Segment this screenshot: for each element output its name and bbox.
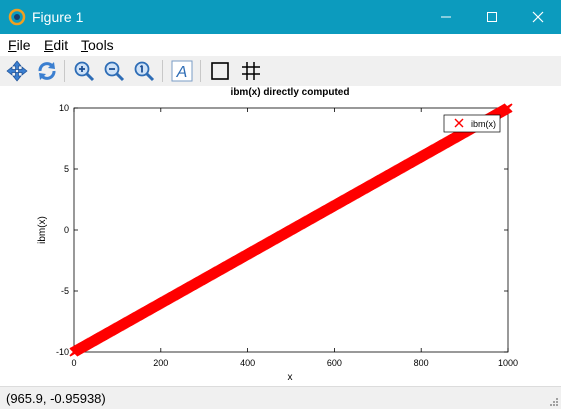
axes-box-toggle-button[interactable] bbox=[207, 58, 233, 84]
x-tick-label: 800 bbox=[414, 358, 429, 368]
menu-edit-mnemonic: E bbox=[44, 37, 54, 53]
x-axis-label: x bbox=[288, 372, 293, 383]
menu-tools[interactable]: Tools bbox=[81, 37, 114, 53]
x-tick-label: 1000 bbox=[498, 358, 518, 368]
y-tick-label: -10 bbox=[56, 347, 69, 357]
zoom-in-button[interactable] bbox=[71, 58, 97, 84]
plot-svg[interactable]: ibm(x) directly computed 0 200 400 600 800 10… bbox=[0, 86, 561, 386]
x-tick-label: 400 bbox=[240, 358, 255, 368]
toolbar-separator bbox=[64, 60, 65, 82]
close-icon bbox=[532, 11, 544, 23]
menu-edit-label: dit bbox=[53, 37, 69, 53]
menu-file[interactable]: File bbox=[8, 37, 31, 53]
x-tick-label: 600 bbox=[327, 358, 342, 368]
figure-toolbar: A bbox=[0, 56, 561, 86]
window-titlebar[interactable]: Figure 1 bbox=[0, 0, 561, 34]
y-tick-label: 10 bbox=[59, 103, 69, 113]
octave-app-icon bbox=[8, 8, 26, 26]
insert-text-button[interactable]: A bbox=[169, 58, 195, 84]
minimize-button[interactable] bbox=[423, 0, 469, 34]
menu-tools-label: ools bbox=[88, 37, 114, 53]
toolbar-separator bbox=[200, 60, 201, 82]
zoom-reset-icon bbox=[134, 61, 155, 82]
y-tick-label: -5 bbox=[61, 286, 69, 296]
figure-canvas[interactable]: ibm(x) directly computed 0 200 400 600 800 10… bbox=[0, 86, 561, 386]
pan-button[interactable] bbox=[4, 58, 30, 84]
axes-box-toggle-icon bbox=[211, 62, 229, 80]
maximize-button[interactable] bbox=[469, 0, 515, 34]
y-tick-label: 0 bbox=[64, 225, 69, 235]
legend-label: ibm(x) bbox=[471, 119, 496, 129]
minimize-icon bbox=[441, 16, 451, 18]
grid-toggle-icon bbox=[242, 62, 260, 80]
grid-toggle-button[interactable] bbox=[238, 58, 264, 84]
cursor-coordinates: (965.9, -0.95938) bbox=[6, 391, 106, 406]
rotate-icon bbox=[38, 62, 56, 80]
close-button[interactable] bbox=[515, 0, 561, 34]
x-tick-label: 200 bbox=[153, 358, 168, 368]
menu-tools-mnemonic: T bbox=[81, 37, 88, 53]
maximize-icon bbox=[487, 12, 497, 22]
status-bar: (965.9, -0.95938) bbox=[0, 386, 561, 409]
pan-icon bbox=[6, 60, 28, 82]
zoom-reset-button[interactable] bbox=[131, 58, 157, 84]
chart-title: ibm(x) directly computed bbox=[231, 87, 350, 98]
menu-file-mnemonic: F bbox=[8, 37, 17, 53]
text-insert-icon: A bbox=[171, 60, 193, 82]
toolbar-separator bbox=[162, 60, 163, 82]
menu-file-label: ile bbox=[16, 37, 31, 53]
x-tick-label: 0 bbox=[71, 358, 76, 368]
zoom-out-button[interactable] bbox=[101, 58, 127, 84]
zoom-out-icon bbox=[104, 61, 125, 82]
resize-grip-icon[interactable] bbox=[549, 397, 559, 407]
y-axis-label: ibm(x) bbox=[37, 216, 48, 244]
window-title: Figure 1 bbox=[32, 9, 84, 25]
legend[interactable]: ibm(x) bbox=[443, 114, 501, 133]
svg-text:A: A bbox=[176, 64, 188, 81]
rotate-button[interactable] bbox=[34, 58, 60, 84]
menu-edit[interactable]: Edit bbox=[44, 37, 68, 53]
zoom-in-icon bbox=[74, 61, 95, 82]
y-tick-label: 5 bbox=[64, 164, 69, 174]
menu-bar: File Edit Tools bbox=[0, 34, 561, 56]
